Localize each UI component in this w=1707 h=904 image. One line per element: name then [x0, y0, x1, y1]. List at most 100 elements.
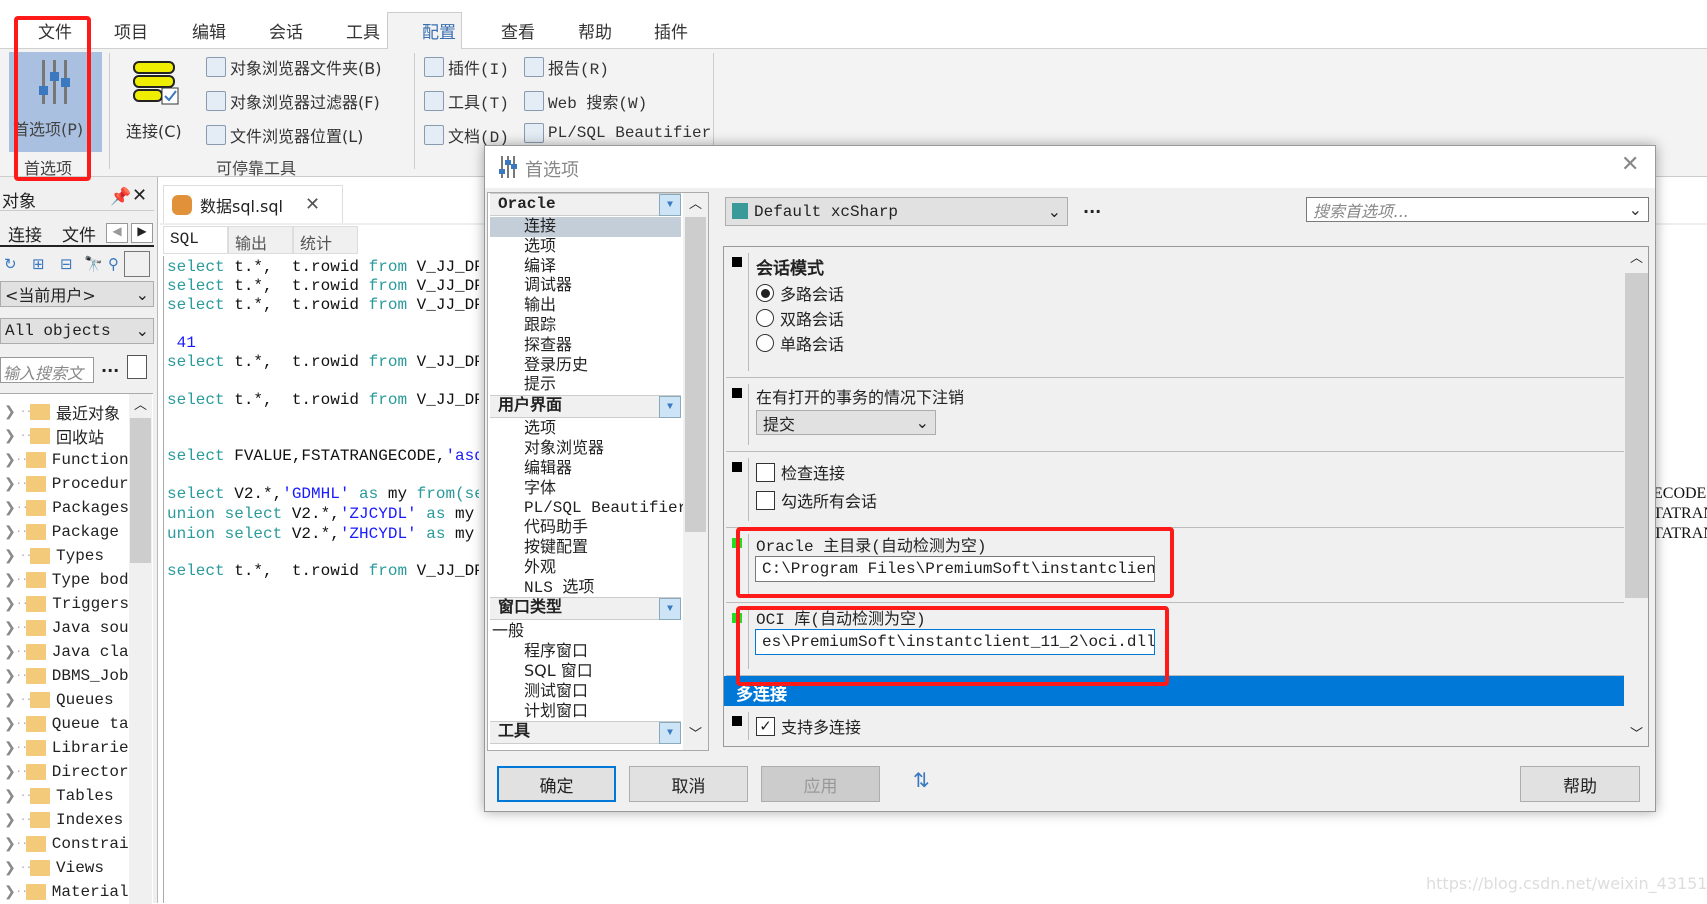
settings-scrollbar[interactable]: ︿ ﹀	[1624, 247, 1648, 746]
expand-chevron-icon[interactable]: ❯	[4, 428, 20, 445]
tree-scrollbar[interactable]: ︿	[129, 394, 152, 904]
nav-item[interactable]: 对象浏览器	[490, 439, 681, 459]
expand-chevron-icon[interactable]: ❯	[4, 404, 20, 421]
code-line[interactable]: select t.*, t.rowid from V_JJ_DPDAT	[167, 562, 479, 580]
option-checkbox[interactable]: 勾选所有会话	[756, 488, 877, 512]
subtab-sql[interactable]: SQL	[163, 226, 228, 254]
radio-button[interactable]	[756, 284, 774, 302]
expand-chevron-icon[interactable]: ❯	[4, 548, 20, 565]
ok-button[interactable]: 确定	[497, 766, 616, 802]
dockable-tool-button[interactable]: 对象浏览器文件夹(B)	[206, 55, 381, 79]
tree-item[interactable]: ❯·· Queue tables	[4, 712, 129, 736]
nav-item[interactable]: 编辑器	[490, 459, 681, 479]
code-line[interactable]: union select V2.*,'ZHCYDL' as my fr	[167, 525, 479, 543]
checkbox[interactable]	[756, 490, 775, 510]
nav-item[interactable]: SQL 窗口	[490, 661, 681, 681]
profile-more-button[interactable]: ...	[1083, 198, 1101, 217]
expand-chevron-icon[interactable]: ❯	[4, 860, 20, 877]
tree-item[interactable]: ❯·· Java classes	[4, 640, 129, 664]
ribbon-button[interactable]: 插件(I)	[424, 55, 509, 79]
expand-chevron-icon[interactable]: ❯	[4, 500, 16, 517]
code-line[interactable]: select t.*, t.rowid from V_JJ_DPDAT	[167, 296, 479, 314]
tree-item[interactable]: ❯·· Java sources	[4, 616, 129, 640]
radio-button[interactable]	[756, 309, 774, 327]
collapse-icon[interactable]: ⊟	[60, 255, 73, 273]
scroll-up-icon[interactable]: ︿	[129, 394, 152, 418]
tree-item[interactable]: ❯ ·· Packages	[4, 496, 129, 520]
nav-group-3[interactable]: 工具 ▼	[490, 720, 681, 744]
menu-item[interactable]: 会话	[269, 18, 303, 43]
scroll-down-icon[interactable]: ﹀	[1630, 723, 1643, 742]
ribbon-button[interactable]: 报告(R)	[524, 55, 609, 79]
menu-item[interactable]: 插件	[654, 18, 688, 43]
close-tab-icon[interactable]: ✕	[305, 194, 320, 215]
nav-item[interactable]: 选项	[490, 237, 681, 257]
subtab-stats[interactable]: 统计	[293, 226, 358, 254]
tree-item[interactable]: ❯·· Materialized views	[4, 880, 129, 904]
refresh-icon[interactable]: ↻	[4, 255, 17, 273]
tab-files[interactable]: 文件	[62, 221, 96, 246]
connect-button[interactable]: 连接(C)	[122, 54, 192, 144]
scroll-up-icon[interactable]: ︿	[683, 193, 708, 217]
ribbon-button[interactable]: PL/SQL Beautifier	[524, 123, 711, 143]
tree-item[interactable]: ❯·· Type bodies	[4, 568, 129, 592]
scroll-thumb[interactable]	[130, 418, 151, 563]
dropdown-icon[interactable]: ▼	[659, 721, 681, 744]
tab-sql-file[interactable]: 数据sql.sql ✕	[163, 185, 343, 223]
dropdown-icon[interactable]: ▼	[659, 396, 681, 419]
code-line[interactable]: select V2.*,'GDMHL' as my from(sele	[167, 485, 479, 503]
help-button[interactable]: 帮助	[1520, 766, 1640, 802]
nav-item[interactable]: 登录历史	[490, 356, 681, 376]
menu-item[interactable]: 查看	[501, 18, 535, 43]
dockable-tool-button[interactable]: 文件浏览器位置(L)	[206, 123, 363, 147]
tree-item[interactable]: ❯ ·· Indexes	[4, 808, 129, 832]
dropdown-icon[interactable]: ▼	[659, 194, 681, 216]
code-line[interactable]: select FVALUE,FSTATRANGECODE,'asdf'	[167, 447, 479, 465]
search-input[interactable]: 输入搜索文	[0, 357, 94, 383]
expand-chevron-icon[interactable]: ❯	[4, 836, 16, 853]
scroll-down-icon[interactable]: ﹀	[689, 723, 702, 742]
scroll-right-button[interactable]: ▶	[131, 223, 153, 243]
tab-connections[interactable]: 连接	[8, 221, 42, 246]
code-line[interactable]: select t.*, t.rowid from V_JJ_DPDAT	[167, 258, 479, 276]
nav-item[interactable]: 跟踪	[490, 316, 681, 336]
expand-chevron-icon[interactable]: ❯	[4, 692, 20, 709]
expand-chevron-icon[interactable]: ❯	[4, 620, 16, 637]
search-preferences-input[interactable]: 搜索首选项... ⌄	[1306, 197, 1649, 222]
nav-subgroup[interactable]: 一般	[490, 621, 681, 641]
expand-chevron-icon[interactable]: ❯	[4, 476, 16, 493]
nav-item[interactable]: 外观	[490, 558, 681, 578]
logoff-select[interactable]: 提交 ⌄	[756, 410, 936, 435]
checkbox[interactable]: ✓	[756, 716, 775, 736]
toolbar-box[interactable]	[124, 251, 150, 277]
ribbon-button[interactable]: 文档(D)	[424, 123, 509, 147]
nav-item[interactable]: 计划窗口	[490, 701, 681, 721]
close-icon[interactable]: ✕	[132, 185, 147, 206]
expand-chevron-icon[interactable]: ❯	[4, 740, 16, 757]
tree-item[interactable]: ❯ ·· Types	[4, 544, 129, 568]
menu-item[interactable]: 项目	[114, 18, 148, 43]
tree-item[interactable]: ❯·· Libraries	[4, 736, 129, 760]
tree-item[interactable]: ❯ ·· 回收站	[4, 424, 129, 448]
nav-scrollbar[interactable]: ︿ ﹀	[683, 193, 708, 750]
session-mode-radio[interactable]: 单路会话	[756, 331, 844, 355]
expand-chevron-icon[interactable]: ❯	[4, 596, 16, 613]
tree-item[interactable]: ❯·· Functions	[4, 448, 129, 472]
expand-chevron-icon[interactable]: ❯	[4, 644, 16, 661]
more-button[interactable]: ...	[101, 357, 119, 376]
code-line[interactable]: union select V2.*,'ZJCYDL' as my fr	[167, 505, 479, 523]
tree-item[interactable]: ❯·· Constraints	[4, 832, 129, 856]
tree-item[interactable]: ❯·· Procedures	[4, 472, 129, 496]
expand-chevron-icon[interactable]: ❯	[4, 788, 20, 805]
nav-item[interactable]: 输出	[490, 296, 681, 316]
nav-item[interactable]: 探查器	[490, 336, 681, 356]
nav-group-0[interactable]: Oracle ▼	[490, 193, 681, 216]
object-type-select[interactable]: All objects ⌄	[0, 318, 154, 344]
expand-chevron-icon[interactable]: ❯	[4, 524, 16, 541]
scroll-left-button[interactable]: ◀	[106, 223, 128, 243]
menu-item[interactable]: 编辑	[192, 18, 226, 43]
expand-chevron-icon[interactable]: ❯	[4, 716, 16, 733]
profile-select[interactable]: Default xcSharp ⌄	[725, 197, 1068, 226]
code-line[interactable]: select t.*, t.rowid from V_JJ_DPDAT	[167, 353, 479, 371]
ribbon-button[interactable]: Web 搜索(W)	[524, 89, 647, 113]
